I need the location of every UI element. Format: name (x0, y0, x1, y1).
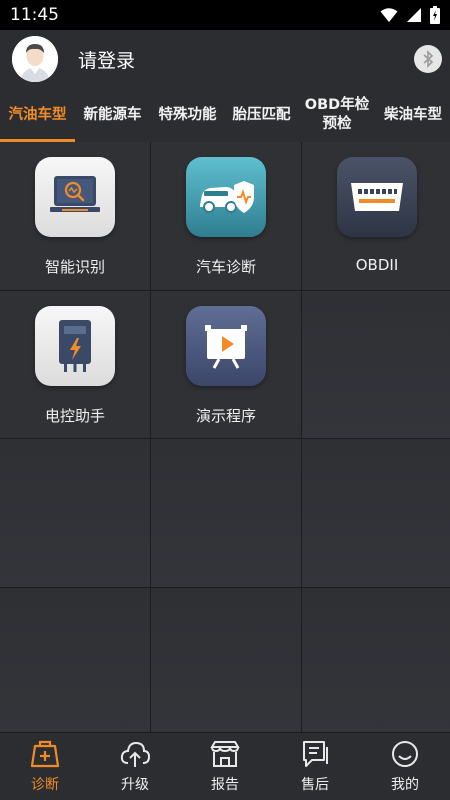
nav-mine[interactable]: 我的 (360, 733, 450, 800)
user-avatar-icon (12, 36, 58, 82)
grid-item-label: OBDII (355, 256, 399, 274)
nav-report[interactable]: 报告 (180, 733, 270, 800)
grid-empty-cell (151, 439, 301, 587)
status-time: 11:45 (10, 5, 59, 25)
bluetooth-button[interactable] (414, 45, 442, 73)
grid-item-label: 演示程序 (195, 407, 256, 425)
status-icons (380, 6, 440, 24)
tab-new-energy[interactable]: 新能源车 (75, 88, 150, 142)
obd-connector-icon (337, 157, 417, 237)
function-grid: 智能识别 汽车诊断 OBDII 电控助手 演示程序 (0, 142, 450, 735)
tab-special-functions[interactable]: 特殊功能 (150, 88, 225, 142)
tab-tire-pressure[interactable]: 胎压匹配 (225, 88, 298, 142)
diagnosis-icon (30, 740, 60, 768)
grid-item-obdii[interactable]: OBDII (302, 142, 450, 290)
nav-label: 升级 (121, 777, 149, 793)
signal-icon (407, 8, 421, 22)
grid-item-demo-program[interactable]: 演示程序 (151, 291, 301, 438)
grid-empty-cell (302, 291, 450, 438)
ecu-assistant-icon (35, 306, 115, 386)
nav-label: 诊断 (31, 777, 59, 793)
wifi-icon (380, 8, 398, 22)
grid-item-label: 汽车诊断 (195, 258, 256, 276)
status-bar: 11:45 (0, 0, 450, 30)
nav-label: 售后 (301, 777, 329, 793)
grid-empty-cell (0, 439, 150, 587)
grid-item-car-diagnosis[interactable]: 汽车诊断 (151, 142, 301, 290)
header: 请登录 (0, 30, 450, 88)
nav-diagnosis[interactable]: 诊断 (0, 733, 90, 800)
bottom-nav: 诊断 升级 报告 售后 我的 (0, 732, 450, 800)
grid-empty-cell (302, 588, 450, 735)
grid-empty-cell (302, 439, 450, 587)
car-diagnosis-icon (186, 157, 266, 237)
demo-play-icon (186, 306, 266, 386)
report-icon (210, 741, 240, 767)
grid-item-label: 智能识别 (44, 258, 105, 276)
grid-item-ecu-assistant[interactable]: 电控助手 (0, 291, 150, 438)
battery-icon (430, 6, 440, 24)
category-tabs: 汽油车型 新能源车 特殊功能 胎压匹配 OBD年检预检 柴油车型 (0, 88, 450, 142)
grid-item-smart-identify[interactable]: 智能识别 (0, 142, 150, 290)
tab-obd-inspection[interactable]: OBD年检预检 (298, 88, 376, 142)
grid-empty-cell (0, 588, 150, 735)
nav-label: 报告 (211, 777, 239, 793)
smiley-icon (392, 741, 418, 767)
nav-upgrade[interactable]: 升级 (90, 733, 180, 800)
smart-identify-icon (35, 157, 115, 237)
tab-gasoline[interactable]: 汽油车型 (0, 88, 75, 142)
grid-empty-cell (151, 588, 301, 735)
cloud-upload-icon (120, 741, 151, 767)
nav-after-sales[interactable]: 售后 (270, 733, 360, 800)
login-text[interactable]: 请登录 (78, 46, 135, 73)
nav-label: 我的 (391, 777, 419, 793)
grid-item-label: 电控助手 (44, 407, 105, 425)
after-sales-icon (303, 741, 328, 767)
avatar[interactable] (12, 36, 58, 82)
tab-diesel[interactable]: 柴油车型 (376, 88, 450, 142)
bluetooth-icon (423, 50, 434, 68)
